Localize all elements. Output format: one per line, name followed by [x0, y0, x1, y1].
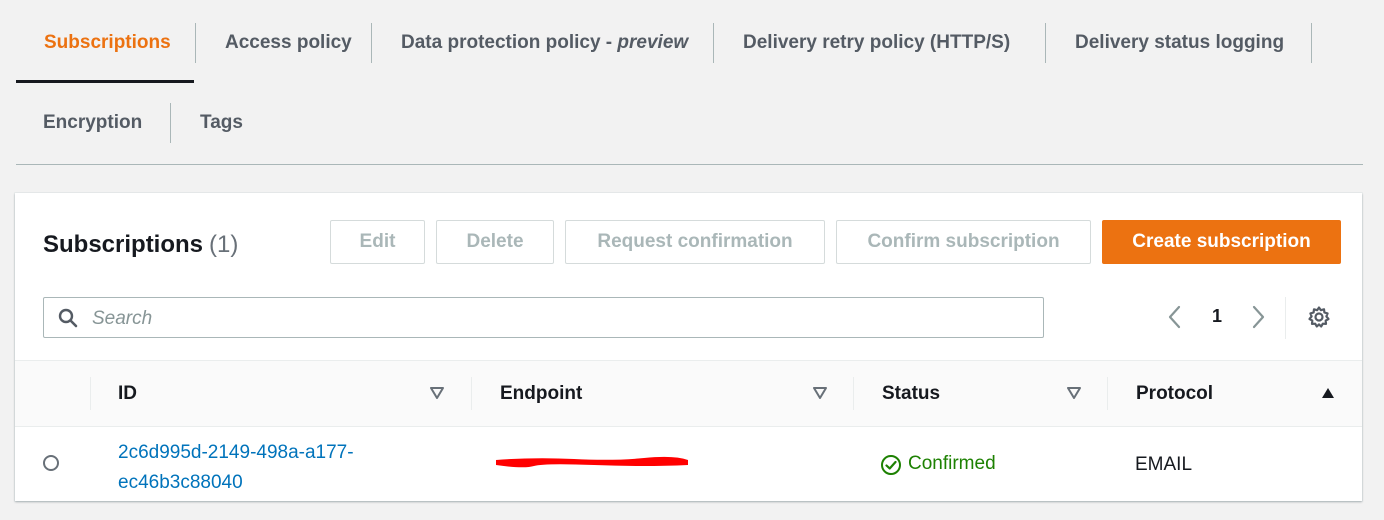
chevron-right-icon[interactable] [1248, 304, 1268, 330]
tab-divider [1311, 23, 1312, 63]
column-divider [471, 377, 472, 410]
tab-data-protection-label: Data protection policy - [401, 32, 618, 53]
column-divider [90, 377, 91, 410]
column-divider [1107, 377, 1108, 410]
column-divider [853, 377, 854, 410]
delete-button[interactable]: Delete [436, 220, 554, 264]
edit-button[interactable]: Edit [330, 220, 425, 264]
chevron-left-icon[interactable] [1165, 304, 1185, 330]
tab-divider [195, 23, 196, 63]
tab-tags[interactable]: Tags [173, 103, 270, 143]
subscriptions-panel: Subscriptions (1) Edit Delete Request con… [15, 193, 1362, 501]
tab-encryption[interactable]: Encryption [16, 103, 169, 143]
check-circle-icon [881, 455, 901, 475]
column-header-endpoint[interactable]: Endpoint [500, 361, 582, 426]
gear-icon[interactable] [1307, 305, 1331, 329]
create-subscription-button[interactable]: Create subscription [1102, 220, 1341, 264]
protocol-value: EMAIL [1135, 454, 1193, 475]
column-header-protocol[interactable]: Protocol [1136, 361, 1213, 426]
search-input[interactable] [90, 298, 1034, 339]
request-confirmation-button[interactable]: Request confirmation [565, 220, 825, 264]
sort-icon[interactable] [430, 387, 444, 399]
tab-data-protection-policy[interactable]: Data protection policy - preview [374, 23, 715, 63]
tab-divider [371, 23, 372, 63]
active-tab-indicator [16, 80, 194, 83]
subscription-id-line-2: ec46b3c88040 [118, 472, 243, 493]
tab-divider [170, 103, 171, 143]
confirm-subscription-button[interactable]: Confirm subscription [836, 220, 1091, 264]
sort-icon[interactable] [813, 387, 827, 399]
row-select-radio[interactable] [43, 455, 59, 471]
tab-divider [713, 23, 714, 63]
tab-divider [1045, 23, 1046, 63]
column-header-id[interactable]: ID [118, 361, 137, 426]
redacted-endpoint [496, 456, 688, 468]
table-header: ID Endpoint Status Protocol [15, 360, 1362, 427]
tab-access-policy[interactable]: Access policy [198, 23, 379, 63]
tab-delivery-retry-policy[interactable]: Delivery retry policy (HTTP/S) [716, 23, 1037, 63]
column-header-status[interactable]: Status [882, 361, 940, 426]
panel-title: Subscriptions (1) [43, 231, 238, 259]
sort-ascending-icon[interactable] [1321, 387, 1335, 399]
tab-delivery-status-logging[interactable]: Delivery status logging [1048, 23, 1311, 63]
subscription-count: (1) [209, 231, 239, 258]
page-number[interactable]: 1 [1209, 306, 1225, 327]
tab-preview-label: preview [617, 32, 689, 53]
tab-bar: Subscriptions Access policy Data protect… [16, 0, 1363, 165]
sort-icon[interactable] [1067, 387, 1081, 399]
search-icon [58, 308, 78, 328]
status-text: Confirmed [908, 453, 996, 474]
search-box[interactable] [43, 297, 1044, 339]
panel-title-text: Subscriptions [43, 231, 204, 258]
subscription-id-line-1: 2c6d995d-2149-498a-a177- [118, 442, 354, 463]
pagination-divider [1285, 297, 1286, 339]
subscription-id-link[interactable]: 2c6d995d-2149-498a-a177- ec46b3c88040 [118, 438, 408, 498]
tab-subscriptions[interactable]: Subscriptions [17, 23, 198, 63]
